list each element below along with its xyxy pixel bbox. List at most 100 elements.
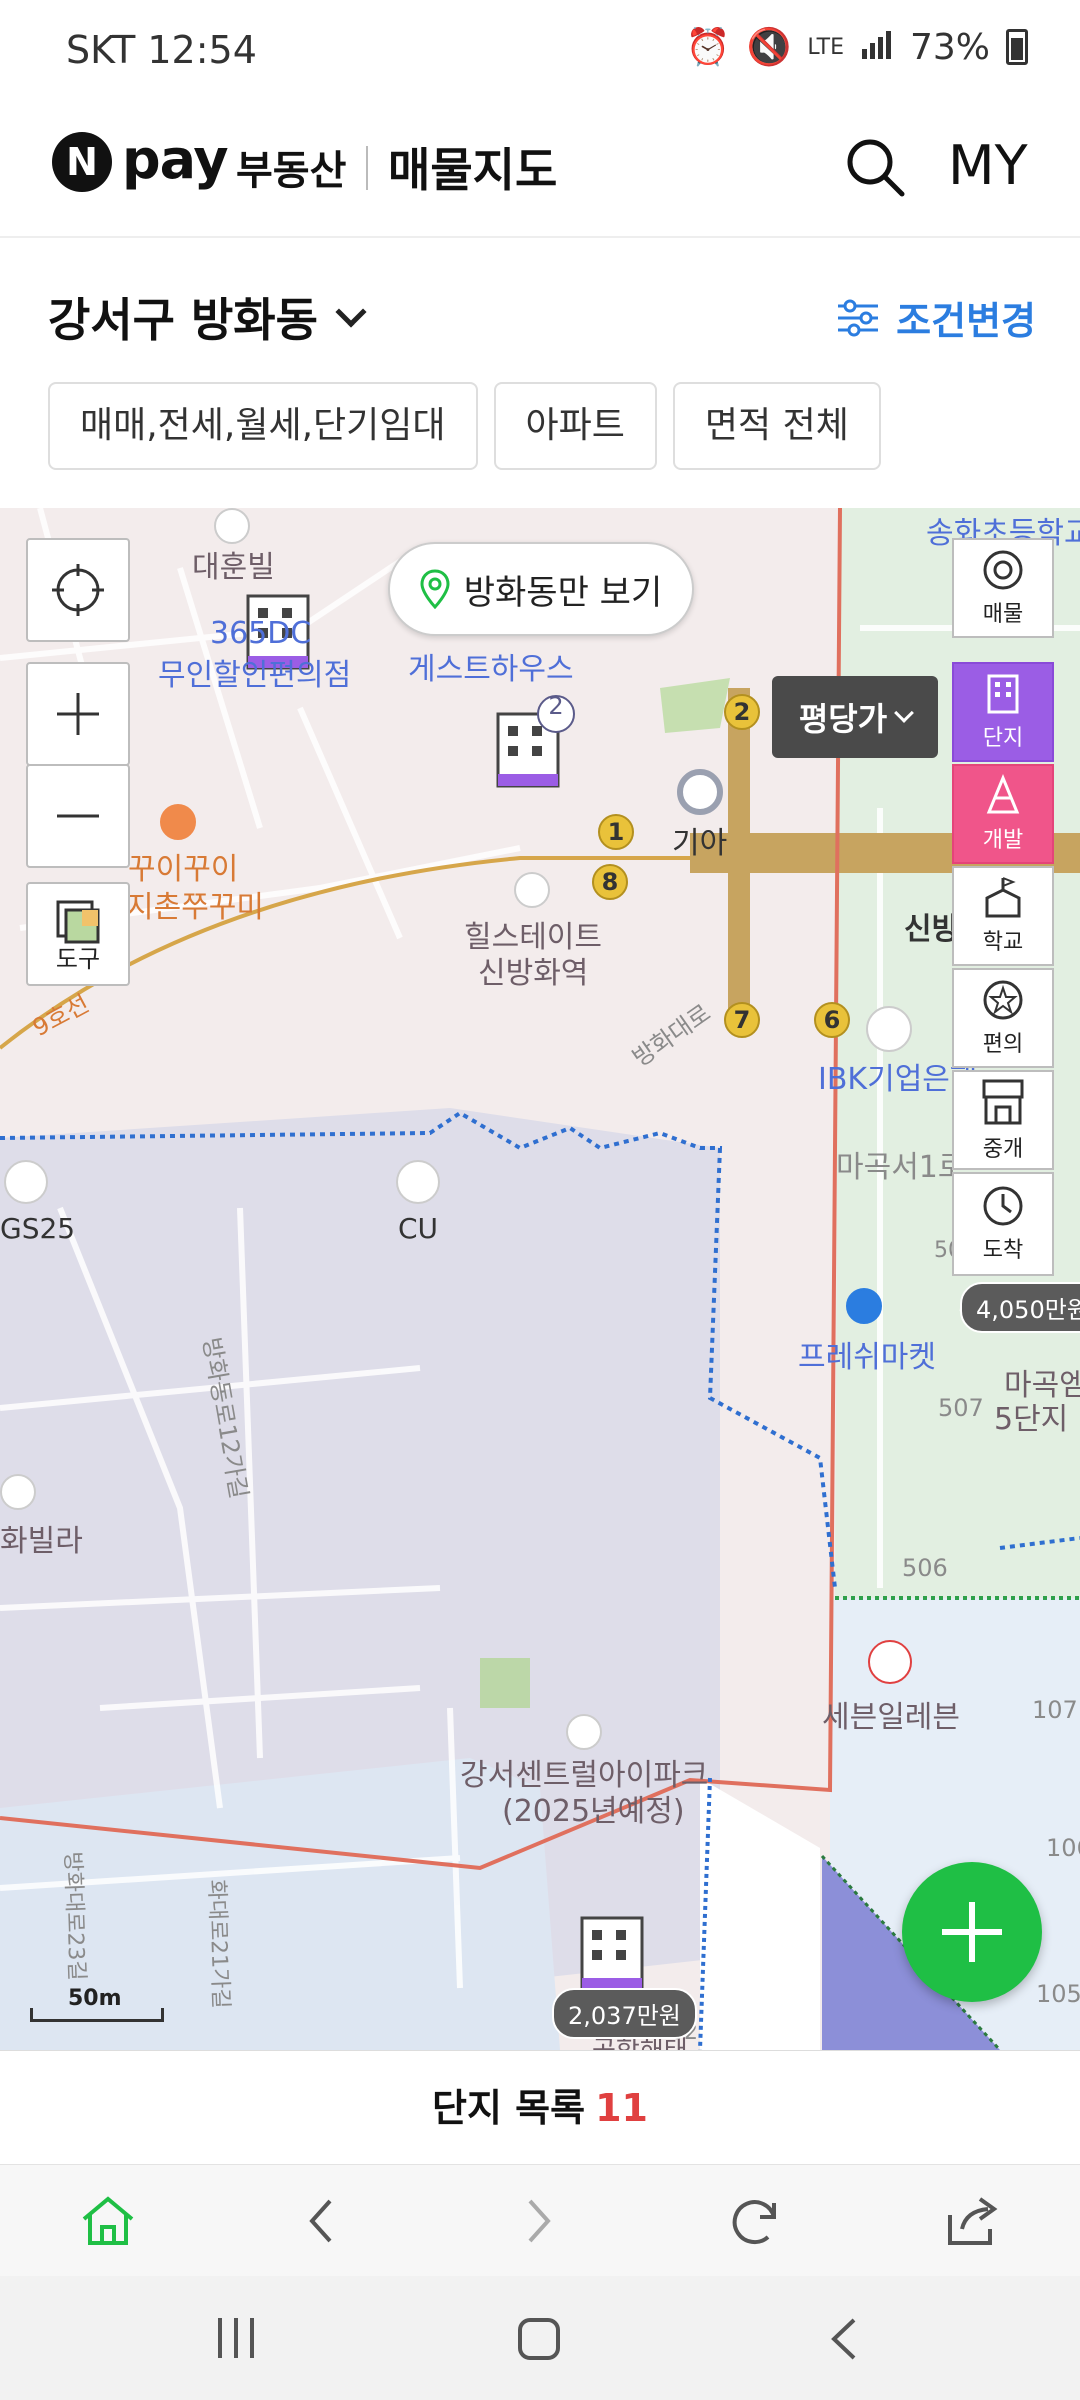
home-square-icon bbox=[518, 2318, 560, 2360]
map-label-restaurant-2: 지촌쭈꾸미 bbox=[126, 890, 264, 925]
tool-school[interactable]: 학교 bbox=[952, 866, 1054, 966]
region-selector[interactable]: 강서구 방화동 bbox=[48, 284, 367, 350]
map-label-villa: 화빌라 bbox=[0, 1524, 83, 1559]
poi-marker-building[interactable] bbox=[214, 508, 250, 544]
page-title: 매물지도 bbox=[388, 143, 558, 197]
chevron-down-icon bbox=[335, 296, 367, 328]
ibk-icon[interactable] bbox=[866, 1006, 912, 1052]
map-label-365dc: 365DC bbox=[210, 616, 312, 651]
signal-icon bbox=[860, 27, 894, 68]
back-icon bbox=[831, 2318, 856, 2360]
map-label-kia: 기아 bbox=[672, 826, 728, 861]
metro-exit-8[interactable]: 8 bbox=[592, 864, 628, 900]
price-badge[interactable]: 2,037만원 bbox=[552, 1988, 697, 2039]
forward-button[interactable] bbox=[506, 2189, 570, 2253]
star-icon bbox=[983, 980, 1023, 1020]
tool-complex[interactable]: 단지 bbox=[952, 662, 1054, 762]
my-location-button[interactable] bbox=[26, 538, 130, 642]
cu-icon[interactable] bbox=[396, 1160, 440, 1204]
poi-marker-hillstate[interactable] bbox=[514, 872, 550, 908]
map-label-sinbanghwa: 신방화역 bbox=[478, 956, 589, 991]
seven-eleven-icon[interactable] bbox=[868, 1640, 912, 1684]
condition-change-label: 조건변경 bbox=[896, 299, 1036, 343]
price-per-pyeong-button[interactable]: 평당가 bbox=[772, 676, 938, 758]
filter-sliders-icon bbox=[838, 299, 879, 336]
chevron-right-icon bbox=[528, 2199, 551, 2243]
price-type-label: 평당가 bbox=[798, 700, 888, 738]
home-icon bbox=[82, 2196, 134, 2245]
tool-agency-label: 중개 bbox=[982, 1137, 1024, 1162]
chip-trade-type[interactable]: 매매,전세,월세,단기임대 bbox=[48, 382, 478, 470]
system-nav-bar bbox=[0, 2276, 1080, 2400]
cone-icon bbox=[986, 774, 1020, 814]
recent-apps-icon bbox=[218, 2318, 254, 2358]
map-label-506: 506 bbox=[902, 1554, 948, 1582]
tool-development-label: 개발 bbox=[982, 828, 1024, 853]
tool-convenience[interactable]: 편의 bbox=[952, 968, 1054, 1068]
tool-listings[interactable]: 매물 bbox=[952, 538, 1054, 638]
crosshair-icon bbox=[52, 564, 104, 616]
search-button[interactable] bbox=[840, 132, 910, 202]
status-icons: ⏰ 🔇 LTE 73% bbox=[686, 26, 1028, 68]
status-bar: SKT 12:54 ⏰ 🔇 LTE 73% bbox=[0, 0, 1080, 100]
lte-label: LTE bbox=[807, 34, 844, 60]
tool-convenience-label: 편의 bbox=[982, 1032, 1024, 1057]
complex-list-bar[interactable]: 단지 목록 11 bbox=[0, 2050, 1080, 2164]
target-icon bbox=[983, 550, 1023, 590]
condition-change-button[interactable]: 조건변경 bbox=[836, 290, 1036, 345]
add-fab-button[interactable] bbox=[902, 1862, 1042, 2002]
complex-list-label: 단지 목록 bbox=[432, 2086, 586, 2130]
battery-percent: 73% bbox=[909, 26, 990, 68]
tools-button[interactable]: 도구 bbox=[26, 882, 130, 986]
zoom-out-button[interactable] bbox=[26, 764, 130, 868]
system-home-button[interactable] bbox=[514, 2314, 564, 2368]
home-button[interactable] bbox=[76, 2189, 140, 2253]
alarm-icon: ⏰ bbox=[685, 27, 731, 68]
refresh-icon bbox=[732, 2200, 776, 2245]
building-icon bbox=[987, 674, 1019, 714]
map-label-cu: CU bbox=[398, 1212, 439, 1245]
chevron-left-icon bbox=[309, 2199, 332, 2243]
chip-property-type[interactable]: 아파트 bbox=[493, 382, 657, 470]
market-icon[interactable] bbox=[846, 1288, 882, 1324]
mute-icon: 🔇 bbox=[746, 27, 792, 68]
chip-area[interactable]: 면적 전체 bbox=[672, 382, 881, 470]
metro-exit-6[interactable]: 6 bbox=[814, 1002, 850, 1038]
clock-icon bbox=[983, 1186, 1023, 1226]
tool-agency[interactable]: 중개 bbox=[952, 1070, 1054, 1170]
map-label-convenience: 무인할인편의점 bbox=[158, 658, 352, 693]
gs25-icon[interactable] bbox=[4, 1160, 48, 1204]
logo-service[interactable]: 부동산 bbox=[236, 138, 346, 196]
metro-exit-2[interactable]: 2 bbox=[724, 694, 760, 730]
poi-marker-ipark[interactable] bbox=[566, 1714, 602, 1750]
chevron-down-icon bbox=[894, 703, 915, 723]
price-badge[interactable]: 4,050만원 bbox=[960, 1282, 1080, 1333]
filter-chips: 매매,전세,월세,단기임대 아파트 면적 전체 bbox=[48, 382, 881, 470]
share-icon bbox=[948, 2197, 998, 2245]
filter-bar: 강서구 방화동 조건변경 매매,전세,월세,단기임대 아파트 면적 전체 bbox=[0, 240, 1080, 508]
share-button[interactable] bbox=[940, 2189, 1004, 2253]
minus-icon bbox=[57, 814, 99, 818]
back-button[interactable] bbox=[290, 2189, 354, 2253]
naver-logo-icon[interactable]: N bbox=[52, 132, 112, 192]
recent-apps-button[interactable] bbox=[212, 2314, 262, 2366]
location-pin-icon bbox=[420, 569, 450, 609]
refresh-button[interactable] bbox=[724, 2189, 788, 2253]
system-back-button[interactable] bbox=[820, 2314, 870, 2368]
tool-arrival[interactable]: 도착 bbox=[952, 1172, 1054, 1276]
tool-listings-label: 매물 bbox=[982, 602, 1024, 627]
cluster-count: 2 bbox=[548, 692, 564, 720]
metro-exit-1[interactable]: 1 bbox=[598, 814, 634, 850]
property-map[interactable]: 대훈빌 365DC 무인할인편의점 게스트하우스 꾸이꾸이 지촌쭈꾸미 9호선 … bbox=[0, 508, 1080, 2050]
carrier-time: SKT 12:54 bbox=[66, 28, 257, 72]
restaurant-icon[interactable] bbox=[160, 804, 196, 840]
map-label-gs25: GS25 bbox=[0, 1212, 76, 1245]
metro-exit-7[interactable]: 7 bbox=[724, 1002, 760, 1038]
my-button[interactable]: MY bbox=[948, 134, 1028, 197]
logo-divider bbox=[366, 146, 368, 190]
zoom-in-button[interactable] bbox=[26, 662, 130, 766]
logo-pay[interactable]: pay bbox=[122, 128, 229, 191]
only-banghwa-button[interactable]: 방화동만 보기 bbox=[388, 542, 694, 636]
poi-marker-villa[interactable] bbox=[0, 1474, 36, 1510]
tool-development[interactable]: 개발 bbox=[952, 764, 1054, 864]
